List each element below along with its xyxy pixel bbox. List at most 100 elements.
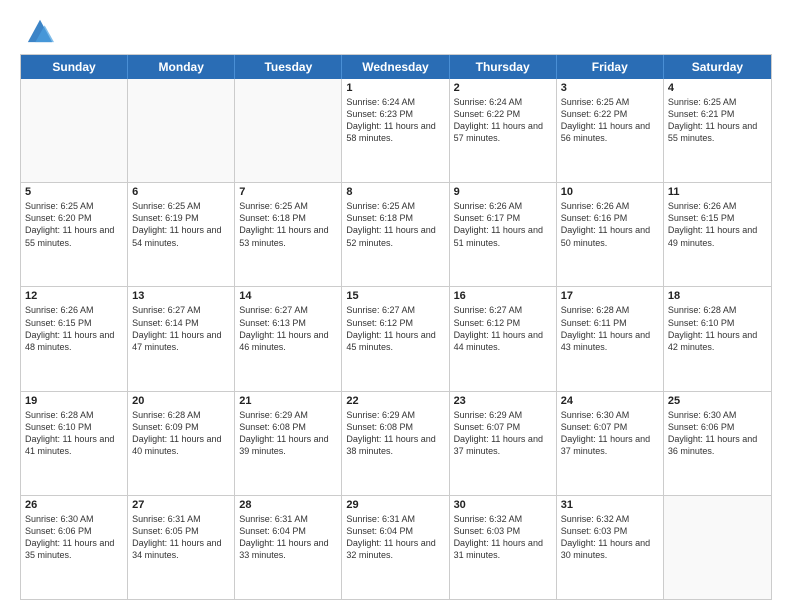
day-cell-22: 22Sunrise: 6:29 AM Sunset: 6:08 PM Dayli… [342, 392, 449, 495]
day-info: Sunrise: 6:29 AM Sunset: 6:07 PM Dayligh… [454, 409, 552, 458]
day-info: Sunrise: 6:30 AM Sunset: 6:06 PM Dayligh… [668, 409, 767, 458]
day-info: Sunrise: 6:32 AM Sunset: 6:03 PM Dayligh… [454, 513, 552, 562]
day-header-monday: Monday [128, 55, 235, 79]
day-number: 17 [561, 290, 659, 302]
day-number: 8 [346, 186, 444, 198]
day-info: Sunrise: 6:28 AM Sunset: 6:10 PM Dayligh… [668, 304, 767, 353]
day-info: Sunrise: 6:32 AM Sunset: 6:03 PM Dayligh… [561, 513, 659, 562]
day-info: Sunrise: 6:30 AM Sunset: 6:06 PM Dayligh… [25, 513, 123, 562]
day-info: Sunrise: 6:27 AM Sunset: 6:13 PM Dayligh… [239, 304, 337, 353]
day-number: 16 [454, 290, 552, 302]
day-number: 5 [25, 186, 123, 198]
day-cell-18: 18 Sunrise: 6:28 AM Sunset: 6:10 PM Dayli… [664, 287, 771, 390]
day-cell-20: 20 Sunrise: 6:28 AM Sunset: 6:09 PM Dayli… [128, 392, 235, 495]
day-cell-26: 26 Sunrise: 6:30 AM Sunset: 6:06 PM Dayli… [21, 496, 128, 599]
day-cell-11: 11 Sunrise: 6:26 AM Sunset: 6:15 PM Dayli… [664, 183, 771, 286]
day-number: 3 [561, 82, 659, 94]
empty-cell [664, 496, 771, 599]
day-cell-10: 10 Sunrise: 6:26 AM Sunset: 6:16 PM Dayli… [557, 183, 664, 286]
day-cell-8: 8 Sunrise: 6:25 AM Sunset: 6:18 PM Daylig… [342, 183, 449, 286]
day-cell-28: 28Sunrise: 6:31 AM Sunset: 6:04 PM Dayli… [235, 496, 342, 599]
day-number: 19 [25, 395, 123, 407]
day-info: Sunrise: 6:25 AM Sunset: 6:20 PM Dayligh… [25, 200, 123, 249]
day-cell-19: 19Sunrise: 6:28 AM Sunset: 6:10 PM Dayli… [21, 392, 128, 495]
day-cell-3: 3 Sunrise: 6:25 AM Sunset: 6:22 PM Daylig… [557, 79, 664, 182]
day-cell-15: 15Sunrise: 6:27 AM Sunset: 6:12 PM Dayli… [342, 287, 449, 390]
calendar-week-0: 1 Sunrise: 6:24 AM Sunset: 6:23 PM Daylig… [21, 79, 771, 182]
day-number: 24 [561, 395, 659, 407]
day-info: Sunrise: 6:31 AM Sunset: 6:04 PM Dayligh… [239, 513, 337, 562]
header [20, 16, 772, 44]
calendar-week-3: 19Sunrise: 6:28 AM Sunset: 6:10 PM Dayli… [21, 391, 771, 495]
day-cell-24: 24 Sunrise: 6:30 AM Sunset: 6:07 PM Dayli… [557, 392, 664, 495]
calendar-header-row: SundayMondayTuesdayWednesdayThursdayFrid… [21, 55, 771, 79]
day-cell-4: 4Sunrise: 6:25 AM Sunset: 6:21 PM Daylig… [664, 79, 771, 182]
day-cell-16: 16 Sunrise: 6:27 AM Sunset: 6:12 PM Dayli… [450, 287, 557, 390]
day-cell-13: 13 Sunrise: 6:27 AM Sunset: 6:14 PM Dayli… [128, 287, 235, 390]
calendar: SundayMondayTuesdayWednesdayThursdayFrid… [20, 54, 772, 600]
day-number: 1 [346, 82, 444, 94]
day-info: Sunrise: 6:24 AM Sunset: 6:22 PM Dayligh… [454, 96, 552, 145]
day-info: Sunrise: 6:28 AM Sunset: 6:11 PM Dayligh… [561, 304, 659, 353]
day-info: Sunrise: 6:26 AM Sunset: 6:16 PM Dayligh… [561, 200, 659, 249]
empty-cell [21, 79, 128, 182]
day-number: 9 [454, 186, 552, 198]
day-info: Sunrise: 6:25 AM Sunset: 6:18 PM Dayligh… [346, 200, 444, 249]
day-number: 30 [454, 499, 552, 511]
day-cell-30: 30 Sunrise: 6:32 AM Sunset: 6:03 PM Dayli… [450, 496, 557, 599]
day-number: 4 [668, 82, 767, 94]
empty-cell [128, 79, 235, 182]
day-cell-27: 27 Sunrise: 6:31 AM Sunset: 6:05 PM Dayli… [128, 496, 235, 599]
day-number: 13 [132, 290, 230, 302]
day-number: 11 [668, 186, 767, 198]
day-info: Sunrise: 6:30 AM Sunset: 6:07 PM Dayligh… [561, 409, 659, 458]
logo [20, 16, 54, 44]
day-info: Sunrise: 6:26 AM Sunset: 6:15 PM Dayligh… [668, 200, 767, 249]
day-cell-9: 9Sunrise: 6:26 AM Sunset: 6:17 PM Daylig… [450, 183, 557, 286]
calendar-body: 1 Sunrise: 6:24 AM Sunset: 6:23 PM Daylig… [21, 79, 771, 599]
day-number: 7 [239, 186, 337, 198]
day-info: Sunrise: 6:31 AM Sunset: 6:05 PM Dayligh… [132, 513, 230, 562]
day-cell-14: 14Sunrise: 6:27 AM Sunset: 6:13 PM Dayli… [235, 287, 342, 390]
day-number: 23 [454, 395, 552, 407]
day-number: 18 [668, 290, 767, 302]
day-number: 15 [346, 290, 444, 302]
day-header-thursday: Thursday [450, 55, 557, 79]
day-header-sunday: Sunday [21, 55, 128, 79]
calendar-week-4: 26 Sunrise: 6:30 AM Sunset: 6:06 PM Dayli… [21, 495, 771, 599]
day-number: 6 [132, 186, 230, 198]
day-info: Sunrise: 6:25 AM Sunset: 6:22 PM Dayligh… [561, 96, 659, 145]
day-cell-17: 17 Sunrise: 6:28 AM Sunset: 6:11 PM Dayli… [557, 287, 664, 390]
day-number: 25 [668, 395, 767, 407]
day-cell-23: 23 Sunrise: 6:29 AM Sunset: 6:07 PM Dayli… [450, 392, 557, 495]
day-info: Sunrise: 6:27 AM Sunset: 6:14 PM Dayligh… [132, 304, 230, 353]
day-cell-7: 7 Sunrise: 6:25 AM Sunset: 6:18 PM Daylig… [235, 183, 342, 286]
day-number: 20 [132, 395, 230, 407]
page: SundayMondayTuesdayWednesdayThursdayFrid… [0, 0, 792, 612]
day-cell-21: 21 Sunrise: 6:29 AM Sunset: 6:08 PM Dayli… [235, 392, 342, 495]
calendar-week-1: 5 Sunrise: 6:25 AM Sunset: 6:20 PM Daylig… [21, 182, 771, 286]
day-cell-12: 12Sunrise: 6:26 AM Sunset: 6:15 PM Dayli… [21, 287, 128, 390]
day-number: 22 [346, 395, 444, 407]
day-number: 21 [239, 395, 337, 407]
day-header-saturday: Saturday [664, 55, 771, 79]
day-header-wednesday: Wednesday [342, 55, 449, 79]
day-info: Sunrise: 6:25 AM Sunset: 6:19 PM Dayligh… [132, 200, 230, 249]
day-number: 29 [346, 499, 444, 511]
day-cell-1: 1 Sunrise: 6:24 AM Sunset: 6:23 PM Daylig… [342, 79, 449, 182]
day-header-tuesday: Tuesday [235, 55, 342, 79]
day-info: Sunrise: 6:25 AM Sunset: 6:18 PM Dayligh… [239, 200, 337, 249]
day-info: Sunrise: 6:26 AM Sunset: 6:15 PM Dayligh… [25, 304, 123, 353]
day-number: 27 [132, 499, 230, 511]
day-cell-2: 2Sunrise: 6:24 AM Sunset: 6:22 PM Daylig… [450, 79, 557, 182]
day-info: Sunrise: 6:28 AM Sunset: 6:09 PM Dayligh… [132, 409, 230, 458]
day-info: Sunrise: 6:29 AM Sunset: 6:08 PM Dayligh… [239, 409, 337, 458]
day-info: Sunrise: 6:31 AM Sunset: 6:04 PM Dayligh… [346, 513, 444, 562]
day-cell-25: 25 Sunrise: 6:30 AM Sunset: 6:06 PM Dayli… [664, 392, 771, 495]
logo-icon [26, 16, 54, 44]
day-info: Sunrise: 6:27 AM Sunset: 6:12 PM Dayligh… [454, 304, 552, 353]
day-number: 10 [561, 186, 659, 198]
day-info: Sunrise: 6:24 AM Sunset: 6:23 PM Dayligh… [346, 96, 444, 145]
day-header-friday: Friday [557, 55, 664, 79]
day-number: 26 [25, 499, 123, 511]
